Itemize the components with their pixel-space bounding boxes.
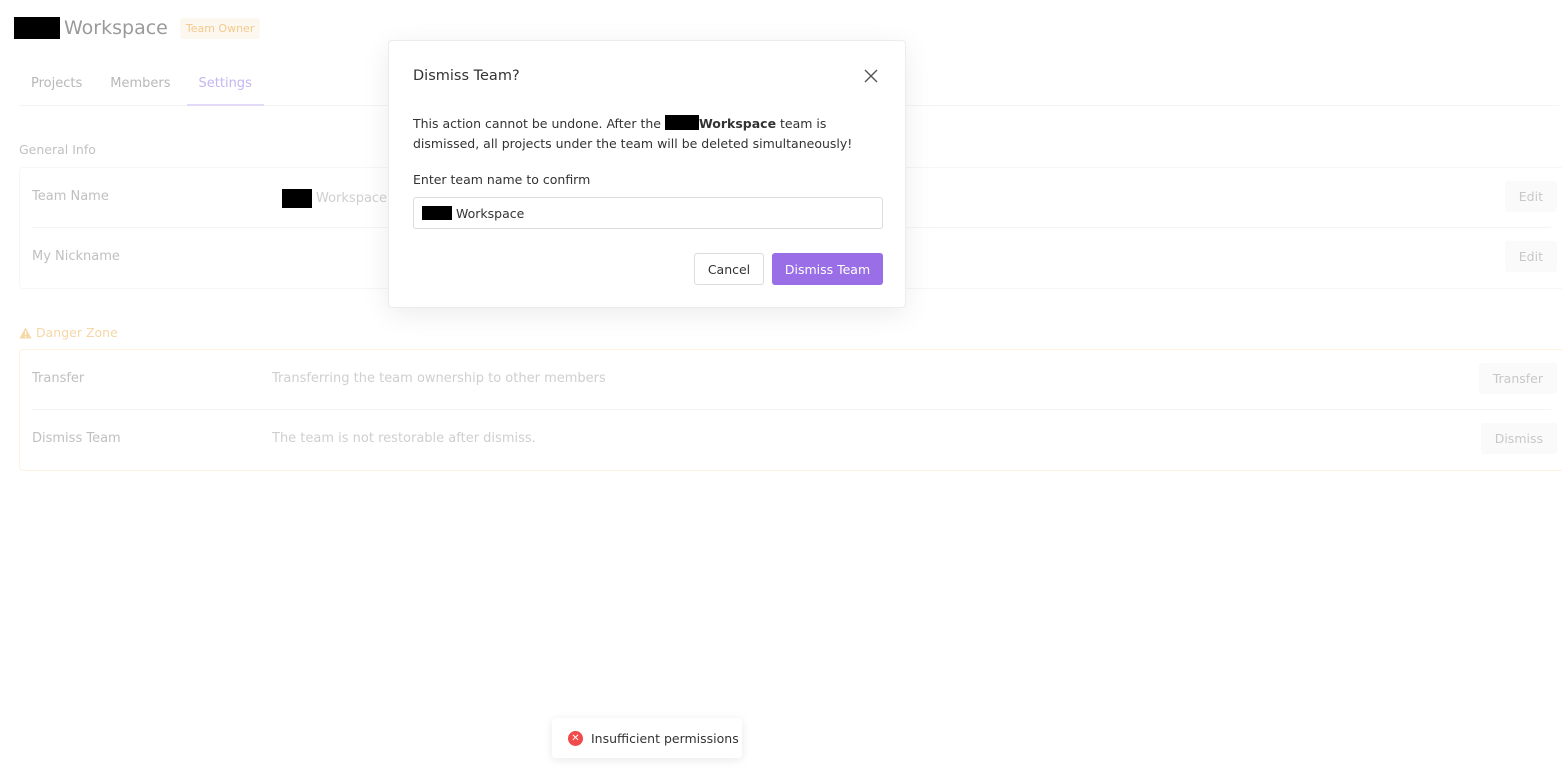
edit-nickname-button[interactable]: Edit — [1504, 241, 1557, 272]
team-name-label: Team Name — [32, 189, 109, 204]
dialog-message: This action cannot be undone. After the … — [413, 114, 885, 154]
danger-zone-title: Danger Zone — [19, 325, 118, 340]
toast-message: Insufficient permissions — [591, 730, 739, 746]
redacted-block — [282, 189, 312, 208]
tab-settings[interactable]: Settings — [186, 62, 264, 106]
close-icon[interactable] — [863, 68, 879, 84]
transfer-button[interactable]: Transfer — [1478, 363, 1557, 394]
redacted-block — [14, 17, 60, 39]
message-team-name: Workspace — [698, 116, 777, 131]
transfer-description: Transferring the team ownership to other… — [272, 371, 606, 386]
redacted-block — [664, 115, 699, 130]
dismiss-button[interactable]: Dismiss — [1480, 423, 1557, 454]
cancel-button[interactable]: Cancel — [694, 253, 764, 285]
team-name-confirm-input[interactable]: Workspace — [413, 197, 883, 229]
dismiss-team-button[interactable]: Dismiss Team — [772, 253, 883, 285]
transfer-row: Transfer Transferring the team ownership… — [32, 350, 1557, 410]
redacted-block — [422, 206, 452, 220]
dismiss-team-description: The team is not restorable after dismiss… — [272, 431, 536, 446]
team-settings-page: Workspace Team Owner Projects Members Se… — [0, 0, 1562, 772]
message-prefix: This action cannot be undone. After the — [413, 116, 665, 131]
dismiss-team-label: Dismiss Team — [32, 431, 121, 446]
transfer-label: Transfer — [32, 371, 85, 386]
edit-team-name-button[interactable]: Edit — [1504, 181, 1557, 212]
nickname-label: My Nickname — [32, 249, 120, 264]
input-value: Workspace — [456, 205, 525, 221]
tab-projects[interactable]: Projects — [19, 62, 94, 106]
dismiss-team-row: Dismiss Team The team is not restorable … — [32, 410, 1557, 470]
tab-members[interactable]: Members — [98, 62, 182, 106]
dialog-title: Dismiss Team? — [413, 68, 520, 84]
team-name-value: Workspace — [282, 189, 387, 208]
confirm-label: Enter team name to confirm — [413, 172, 591, 187]
dismiss-team-dialog: Dismiss Team? This action cannot be undo… — [388, 40, 906, 308]
error-icon: ✕ — [568, 730, 583, 746]
danger-zone-label: Danger Zone — [36, 325, 118, 340]
danger-zone-card: Transfer Transferring the team ownership… — [19, 349, 1562, 471]
general-info-title: General Info — [19, 142, 96, 157]
team-title: Workspace — [64, 17, 168, 39]
team-header: Workspace Team Owner — [14, 14, 261, 42]
team-name-text: Workspace — [316, 191, 388, 206]
warning-icon — [19, 327, 32, 338]
error-toast: ✕ Insufficient permissions — [552, 718, 742, 758]
role-badge: Team Owner — [179, 17, 261, 39]
